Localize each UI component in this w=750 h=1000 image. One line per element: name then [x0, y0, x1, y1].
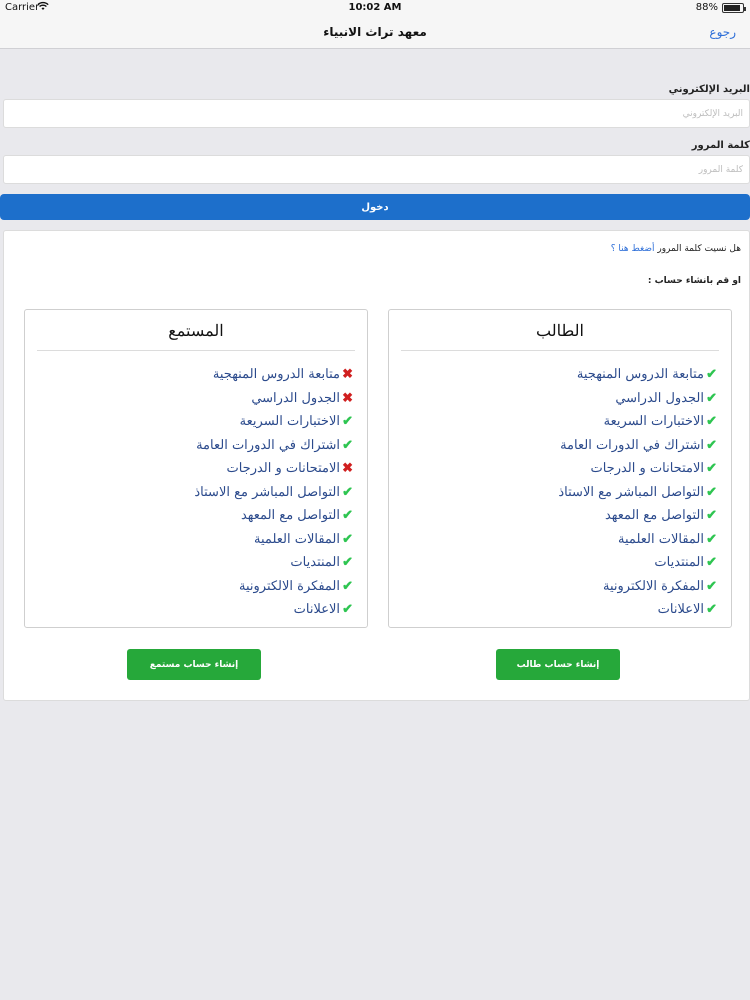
feature-item: ✔المقالات العلمية: [194, 532, 353, 556]
feature-item: ✔التواصل مع المعهد: [558, 508, 717, 532]
feature-item: ✔الاختبارات السريعة: [558, 414, 717, 438]
cross-icon: ✖: [342, 390, 353, 406]
feature-item: ✔الاعلانات: [194, 602, 353, 626]
listener-plan-card: المستمع ✖متابعة الدروس المنهجية ✖الجدول ا…: [24, 309, 368, 628]
feature-item: ✔اشتراك في الدورات العامة: [558, 438, 717, 462]
feature-item: ✔متابعة الدروس المنهجية: [558, 367, 717, 391]
login-button[interactable]: دخول: [0, 194, 750, 220]
email-field[interactable]: [3, 99, 750, 128]
back-button[interactable]: رجوع: [709, 25, 736, 39]
feature-item: ✔التواصل مع المعهد: [194, 508, 353, 532]
listener-feature-list: ✖متابعة الدروس المنهجية ✖الجدول الدراسي ✔ا…: [194, 367, 353, 626]
feature-item: ✖الامتحانات و الدرجات: [194, 461, 353, 485]
feature-label: التواصل مع المعهد: [604, 508, 704, 523]
check-icon: ✔: [706, 578, 717, 594]
feature-item: ✔الامتحانات و الدرجات: [558, 461, 717, 485]
feature-label: الاختبارات السريعة: [239, 414, 340, 429]
clock: 10:02 AM: [348, 2, 402, 13]
check-icon: ✔: [706, 437, 717, 453]
check-icon: ✔: [342, 555, 353, 570]
feature-item: ✔اشتراك في الدورات العامة: [194, 438, 353, 462]
feature-label: المفكرة الالكترونية: [238, 578, 340, 594]
feature-label: الاختبارات السريعة: [603, 414, 704, 429]
password-label: كلمة المرور: [691, 140, 750, 151]
create-listener-account-button[interactable]: إنشاء حساب مستمع: [127, 649, 261, 680]
check-icon: ✔: [706, 414, 717, 429]
forgot-password-text: هل نسيت كلمة المرور: [657, 244, 741, 254]
battery-fill: [724, 5, 740, 11]
cross-icon: ✖: [342, 461, 353, 476]
status-bar: Carrier 10:02 AM 88%: [0, 0, 750, 16]
feature-label: الامتحانات و الدرجات: [226, 461, 340, 476]
feature-item: ✔الجدول الدراسي: [558, 391, 717, 415]
feature-label: التواصل المباشر مع الاستاذ: [558, 484, 704, 500]
student-plan-card: الطالب ✔متابعة الدروس المنهجية ✔الجدول ال…: [388, 309, 732, 628]
feature-label: اشتراك في الدورات العامة: [196, 437, 340, 453]
feature-label: المقالات العلمية: [254, 531, 340, 547]
check-icon: ✔: [706, 531, 717, 547]
listener-plan-title: المستمع: [37, 319, 355, 351]
check-icon: ✔: [706, 602, 717, 617]
feature-label: المنتديات: [654, 555, 704, 570]
create-student-account-button[interactable]: إنشاء حساب طالب: [496, 649, 620, 680]
check-icon: ✔: [342, 602, 353, 617]
forgot-password-row: هل نسيت كلمة المرور أضغط هنا ؟: [611, 244, 741, 254]
feature-item: ✔الاختبارات السريعة: [194, 414, 353, 438]
navigation-bar: معهد تراث الانبياء رجوع: [0, 16, 750, 49]
battery-percentage: 88%: [695, 2, 718, 13]
feature-item: ✔المفكرة الالكترونية: [194, 579, 353, 603]
feature-item: ✔التواصل المباشر مع الاستاذ: [194, 485, 353, 509]
password-field[interactable]: [3, 155, 750, 184]
feature-label: الجدول الدراسي: [615, 390, 704, 406]
check-icon: ✔: [706, 461, 717, 476]
check-icon: ✔: [706, 508, 717, 523]
feature-item: ✖الجدول الدراسي: [194, 391, 353, 415]
cross-icon: ✖: [342, 367, 353, 382]
feature-label: الاعلانات: [293, 602, 340, 617]
email-label: البريد الإلكتروني: [668, 84, 750, 95]
check-icon: ✔: [342, 578, 353, 594]
check-icon: ✔: [342, 414, 353, 429]
battery-icon: [722, 3, 746, 13]
check-icon: ✔: [342, 484, 353, 500]
feature-label: التواصل مع المعهد: [240, 508, 340, 523]
feature-label: الاعلانات: [657, 602, 704, 617]
forgot-password-link[interactable]: أضغط هنا ؟: [611, 244, 655, 254]
feature-label: المفكرة الالكترونية: [602, 578, 704, 594]
feature-label: متابعة الدروس المنهجية: [212, 367, 340, 382]
check-icon: ✔: [342, 531, 353, 547]
feature-item: ✔التواصل المباشر مع الاستاذ: [558, 485, 717, 509]
page-title: معهد تراث الانبياء: [323, 25, 427, 39]
feature-item: ✔المنتديات: [194, 555, 353, 579]
feature-label: الامتحانات و الدرجات: [590, 461, 704, 476]
feature-label: اشتراك في الدورات العامة: [560, 437, 704, 453]
check-icon: ✔: [706, 555, 717, 570]
feature-item: ✔الاعلانات: [558, 602, 717, 626]
feature-label: المقالات العلمية: [618, 531, 704, 547]
check-icon: ✔: [706, 390, 717, 406]
feature-item: ✔المفكرة الالكترونية: [558, 579, 717, 603]
register-panel: هل نسيت كلمة المرور أضغط هنا ؟ او قم بان…: [3, 230, 750, 701]
feature-item: ✔المنتديات: [558, 555, 717, 579]
check-icon: ✔: [706, 367, 717, 382]
check-icon: ✔: [342, 508, 353, 523]
feature-label: الجدول الدراسي: [251, 390, 340, 406]
feature-label: المنتديات: [290, 555, 340, 570]
feature-label: التواصل المباشر مع الاستاذ: [194, 484, 340, 500]
student-feature-list: ✔متابعة الدروس المنهجية ✔الجدول الدراسي ✔ا…: [558, 367, 717, 626]
feature-item: ✖متابعة الدروس المنهجية: [194, 367, 353, 391]
check-icon: ✔: [342, 437, 353, 453]
student-plan-title: الطالب: [401, 319, 719, 351]
feature-label: متابعة الدروس المنهجية: [576, 367, 704, 382]
check-icon: ✔: [706, 484, 717, 500]
feature-item: ✔المقالات العلمية: [558, 532, 717, 556]
create-account-prompt: او قم بانشاء حساب :: [647, 276, 741, 286]
